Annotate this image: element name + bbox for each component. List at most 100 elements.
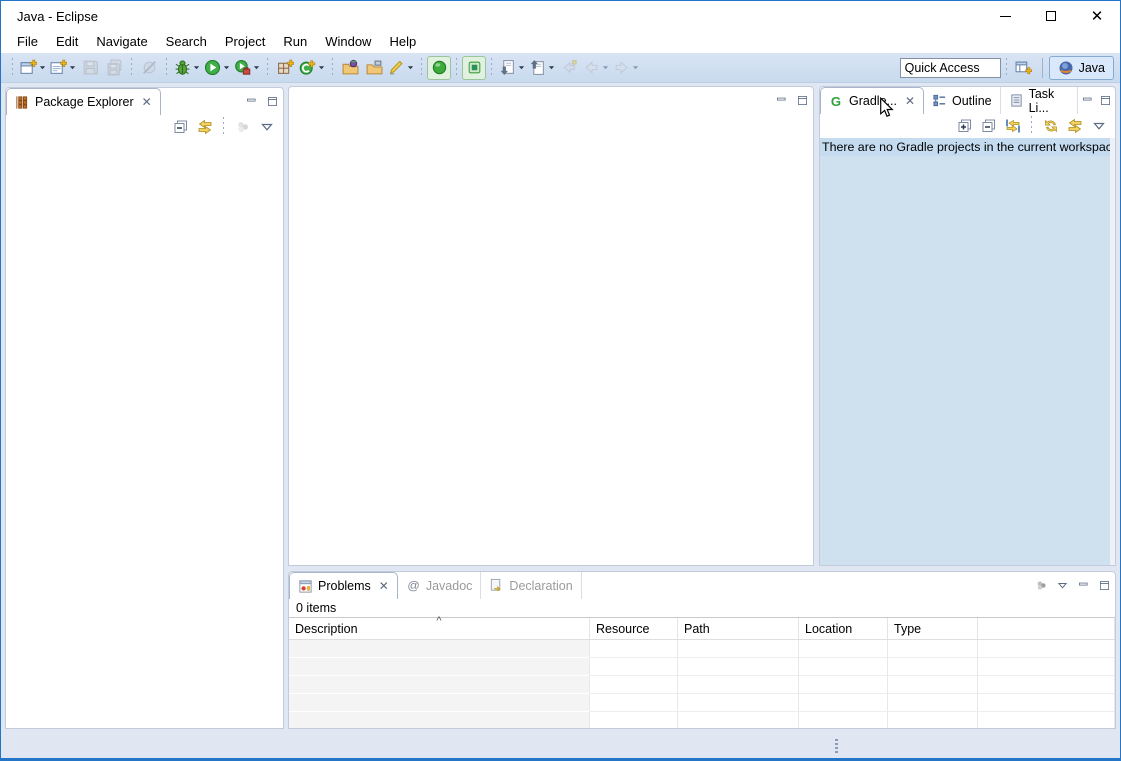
focus-on-task-button[interactable]	[232, 117, 253, 138]
table-row[interactable]	[289, 712, 1115, 729]
green-square-button[interactable]	[462, 56, 486, 80]
problems-panel-tab-declaration[interactable]: Declaration	[481, 572, 581, 599]
dropdown-arrow-icon[interactable]	[602, 64, 609, 71]
dropdown-arrow-icon[interactable]	[318, 64, 325, 71]
run-button[interactable]	[202, 56, 232, 80]
new-plugin-button[interactable]	[273, 56, 297, 80]
maximize-view-button[interactable]	[1097, 91, 1115, 110]
minimize-view-button[interactable]	[241, 92, 262, 111]
window-controls: ✕	[982, 1, 1120, 31]
layout-toggle-button[interactable]	[1002, 116, 1023, 137]
next-annotation-button[interactable]	[497, 56, 527, 80]
maximize-view-button[interactable]	[792, 91, 813, 110]
table-row[interactable]	[289, 640, 1115, 658]
back-button[interactable]	[581, 56, 611, 80]
gradle-panel-tab-gradle[interactable]: GGradle...✕	[820, 87, 924, 114]
table-row[interactable]	[289, 694, 1115, 712]
refresh-icon	[1043, 118, 1059, 134]
table-row[interactable]	[289, 676, 1115, 694]
mark-occurrences-button[interactable]	[386, 56, 416, 80]
column-header-resource[interactable]: Resource	[590, 618, 678, 639]
view-menu-button[interactable]	[256, 117, 277, 138]
gradle-panel-toolbar	[820, 114, 1115, 138]
refresh-button[interactable]	[1040, 116, 1061, 137]
menu-window[interactable]: Window	[316, 32, 380, 52]
skip-breakpoints-button[interactable]	[137, 56, 161, 80]
column-header-location[interactable]: Location	[799, 618, 888, 639]
table-cell	[978, 676, 1115, 694]
menu-run[interactable]: Run	[274, 32, 316, 52]
minimize-view-button[interactable]	[771, 91, 792, 110]
dropdown-arrow-icon[interactable]	[69, 64, 76, 71]
expand-all-button[interactable]	[954, 116, 975, 137]
column-header-label: Type	[894, 622, 921, 636]
maximize-view-button[interactable]	[262, 92, 283, 111]
link-with-editor-button[interactable]	[194, 117, 215, 138]
menu-edit[interactable]: Edit	[47, 32, 87, 52]
editor-content[interactable]	[289, 114, 813, 565]
gradle-empty-message[interactable]: There are no Gradle projects in the curr…	[820, 138, 1115, 156]
open-resource-button[interactable]	[362, 56, 386, 80]
view-menu-button[interactable]	[1052, 576, 1073, 595]
statusbar-grip-handle[interactable]	[835, 739, 838, 755]
open-type-button[interactable]	[338, 56, 362, 80]
column-header-description[interactable]: Description^	[289, 618, 590, 639]
gradle-panel-tab-outline[interactable]: Outline	[924, 87, 1001, 114]
link-with-editor-button[interactable]	[1064, 116, 1085, 137]
last-edit-location-button[interactable]	[557, 56, 581, 80]
package-explorer-content[interactable]	[6, 139, 283, 728]
new-wizard-button[interactable]	[18, 56, 48, 80]
open-perspective-button[interactable]	[1012, 56, 1036, 80]
quick-access-input[interactable]	[900, 58, 1001, 78]
java-perspective-button[interactable]: Java	[1049, 56, 1114, 80]
problems-panel-tabrow: Problems✕@JavadocDeclaration	[289, 572, 1115, 599]
minimize-view-button[interactable]	[1073, 576, 1094, 595]
window-maximize-button[interactable]	[1028, 1, 1074, 31]
dropdown-arrow-icon[interactable]	[193, 64, 200, 71]
save-button[interactable]	[78, 56, 102, 80]
debug-button[interactable]	[172, 56, 202, 80]
dropdown-arrow-icon[interactable]	[407, 64, 414, 71]
green-sphere-button[interactable]	[427, 56, 451, 80]
menu-help[interactable]: Help	[380, 32, 425, 52]
menu-file[interactable]: File	[8, 32, 47, 52]
problems-panel-tab-javadoc[interactable]: @Javadoc	[398, 572, 482, 599]
dropdown-arrow-icon[interactable]	[253, 64, 260, 71]
collapse-all-button[interactable]	[170, 117, 191, 138]
external-tools-button[interactable]	[232, 56, 262, 80]
gradle-panel-tab-taskli[interactable]: Task Li...	[1001, 87, 1079, 114]
menu-search[interactable]: Search	[157, 32, 216, 52]
max-icon	[1099, 94, 1112, 107]
coverage-button[interactable]	[297, 56, 327, 80]
dropdown-arrow-icon[interactable]	[223, 64, 230, 71]
minimize-view-button[interactable]	[1078, 91, 1096, 110]
gradle-tasks-content[interactable]: There are no Gradle projects in the curr…	[820, 138, 1115, 565]
problems-panel-tab-problems[interactable]: Problems✕	[289, 572, 398, 599]
menu-navigate[interactable]: Navigate	[87, 32, 156, 52]
window-close-button[interactable]: ✕	[1074, 1, 1120, 31]
collapse-all-button[interactable]	[978, 116, 999, 137]
dropdown-arrow-icon[interactable]	[518, 64, 525, 71]
close-tab-icon[interactable]: ✕	[379, 579, 389, 593]
menu-project[interactable]: Project	[216, 32, 274, 52]
package-explorer-tab[interactable]: Package Explorer ✕	[6, 88, 161, 115]
focus-on-task-button[interactable]	[1031, 576, 1052, 595]
table-row[interactable]	[289, 658, 1115, 676]
debug-icon	[174, 59, 191, 76]
forward-button[interactable]	[611, 56, 641, 80]
dropdown-arrow-icon[interactable]	[632, 64, 639, 71]
window-minimize-button[interactable]	[982, 1, 1028, 31]
new-java-button[interactable]	[48, 56, 78, 80]
column-header-type[interactable]: Type	[888, 618, 978, 639]
close-tab-icon[interactable]: ✕	[142, 95, 152, 109]
dropdown-arrow-icon[interactable]	[548, 64, 555, 71]
save-all-button[interactable]	[102, 56, 126, 80]
close-tab-icon[interactable]: ✕	[905, 94, 915, 108]
dropdown-arrow-icon[interactable]	[39, 64, 46, 71]
table-cell	[799, 694, 888, 712]
column-header-path[interactable]: Path	[678, 618, 799, 639]
previous-annotation-button[interactable]	[527, 56, 557, 80]
maximize-view-button[interactable]	[1094, 576, 1115, 595]
link-with-editor-icon	[197, 119, 213, 135]
view-menu-button[interactable]	[1088, 116, 1109, 137]
